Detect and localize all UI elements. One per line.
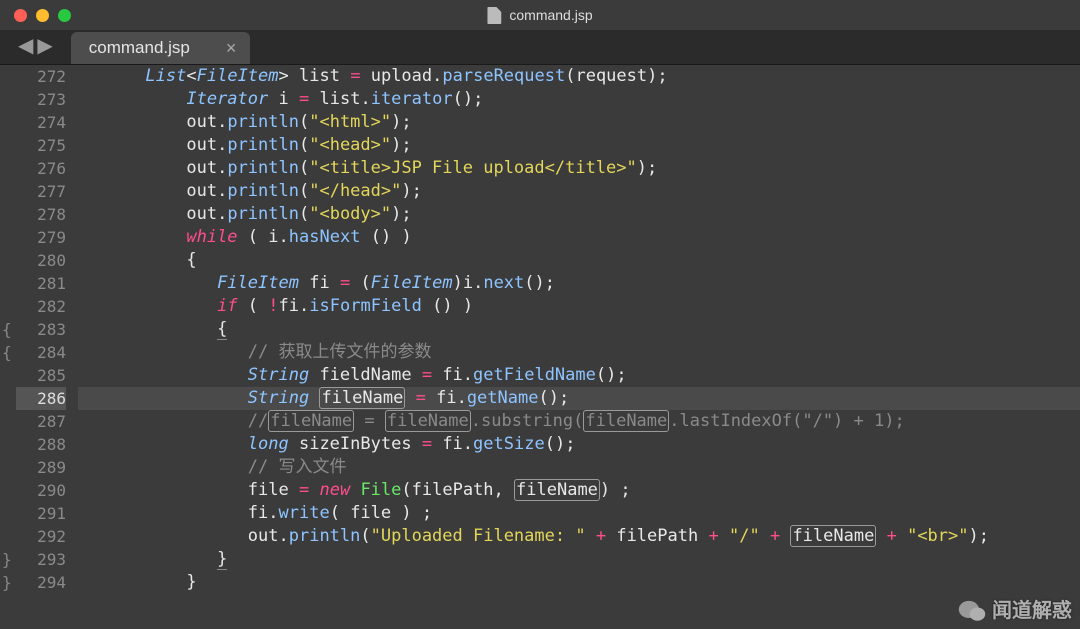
line-number: 273 — [16, 88, 66, 111]
code-line: file = new File(filePath, fileName) ; — [78, 479, 1080, 502]
code-line: out.println("<html>"); — [78, 111, 1080, 134]
line-number: 290 — [16, 479, 66, 502]
line-number: 282 — [16, 295, 66, 318]
line-number: 285 — [16, 364, 66, 387]
code-line: String fileName = fi.getName(); — [78, 387, 1080, 410]
code-line: FileItem fi = (FileItem)i.next(); — [78, 272, 1080, 295]
line-number: 281 — [16, 272, 66, 295]
line-number: 278 — [16, 203, 66, 226]
code-area[interactable]: List<FileItem> list = upload.parseReques… — [78, 65, 1080, 629]
line-number: 283 — [16, 318, 66, 341]
code-line: out.println("<head>"); — [78, 134, 1080, 157]
tab-close-button[interactable]: × — [226, 38, 237, 59]
code-line: out.println("<body>"); — [78, 203, 1080, 226]
code-line: out.println("<title>JSP File upload</tit… — [78, 157, 1080, 180]
nav-arrows: ◀ ▶ — [0, 33, 71, 64]
tab-label: command.jsp — [89, 38, 190, 58]
line-number: 274 — [16, 111, 66, 134]
code-editor[interactable]: { { } } 272 273 274 275 276 277 278 279 … — [0, 65, 1080, 629]
code-line: // 获取上传文件的参数 — [78, 341, 1080, 364]
title-bar: command.jsp — [0, 0, 1080, 30]
fold-mark-close[interactable]: } — [2, 548, 12, 571]
line-number: 277 — [16, 180, 66, 203]
window-controls — [0, 9, 71, 22]
line-number: 287 — [16, 410, 66, 433]
code-line: { — [78, 249, 1080, 272]
code-line: List<FileItem> list = upload.parseReques… — [78, 65, 1080, 88]
fold-column: { { } } — [0, 65, 16, 629]
tab-strip: ◀ ▶ command.jsp × — [0, 30, 1080, 65]
line-number: 276 — [16, 157, 66, 180]
line-number: 275 — [16, 134, 66, 157]
nav-forward-button[interactable]: ▶ — [37, 33, 52, 58]
window-title: command.jsp — [487, 7, 592, 24]
zoom-window-button[interactable] — [58, 9, 71, 22]
code-line: Iterator i = list.iterator(); — [78, 88, 1080, 111]
code-line: out.println("</head>"); — [78, 180, 1080, 203]
fold-mark-close[interactable]: } — [2, 571, 12, 594]
line-number: 284 — [16, 341, 66, 364]
code-line: } — [78, 571, 1080, 594]
code-line: while ( i.hasNext () ) — [78, 226, 1080, 249]
line-number: 280 — [16, 249, 66, 272]
line-number: 288 — [16, 433, 66, 456]
wechat-icon — [958, 599, 986, 623]
watermark: 闻道解惑 — [958, 599, 1072, 623]
code-line: fi.write( file ) ; — [78, 502, 1080, 525]
code-line: out.println("Uploaded Filename: " + file… — [78, 525, 1080, 548]
line-number: 294 — [16, 571, 66, 594]
fold-mark-open[interactable]: { — [2, 318, 12, 341]
close-window-button[interactable] — [14, 9, 27, 22]
code-line: //fileName = fileName.substring(fileName… — [78, 410, 1080, 433]
line-number: 279 — [16, 226, 66, 249]
tab-command-jsp[interactable]: command.jsp × — [71, 32, 251, 64]
code-line: { — [78, 318, 1080, 341]
line-number: 289 — [16, 456, 66, 479]
code-line: long sizeInBytes = fi.getSize(); — [78, 433, 1080, 456]
nav-back-button[interactable]: ◀ — [18, 33, 33, 58]
line-number: 286 — [16, 387, 66, 410]
minimize-window-button[interactable] — [36, 9, 49, 22]
line-number-gutter: 272 273 274 275 276 277 278 279 280 281 … — [16, 65, 78, 629]
line-number: 291 — [16, 502, 66, 525]
code-line: // 写入文件 — [78, 456, 1080, 479]
code-line: String fieldName = fi.getFieldName(); — [78, 364, 1080, 387]
line-number: 293 — [16, 548, 66, 571]
fold-mark-open[interactable]: { — [2, 341, 12, 364]
file-icon — [487, 7, 501, 24]
code-line: if ( !fi.isFormField () ) — [78, 295, 1080, 318]
line-number: 292 — [16, 525, 66, 548]
code-line: } — [78, 548, 1080, 571]
window-title-text: command.jsp — [509, 7, 592, 23]
line-number: 272 — [16, 65, 66, 88]
watermark-text: 闻道解惑 — [992, 600, 1072, 623]
